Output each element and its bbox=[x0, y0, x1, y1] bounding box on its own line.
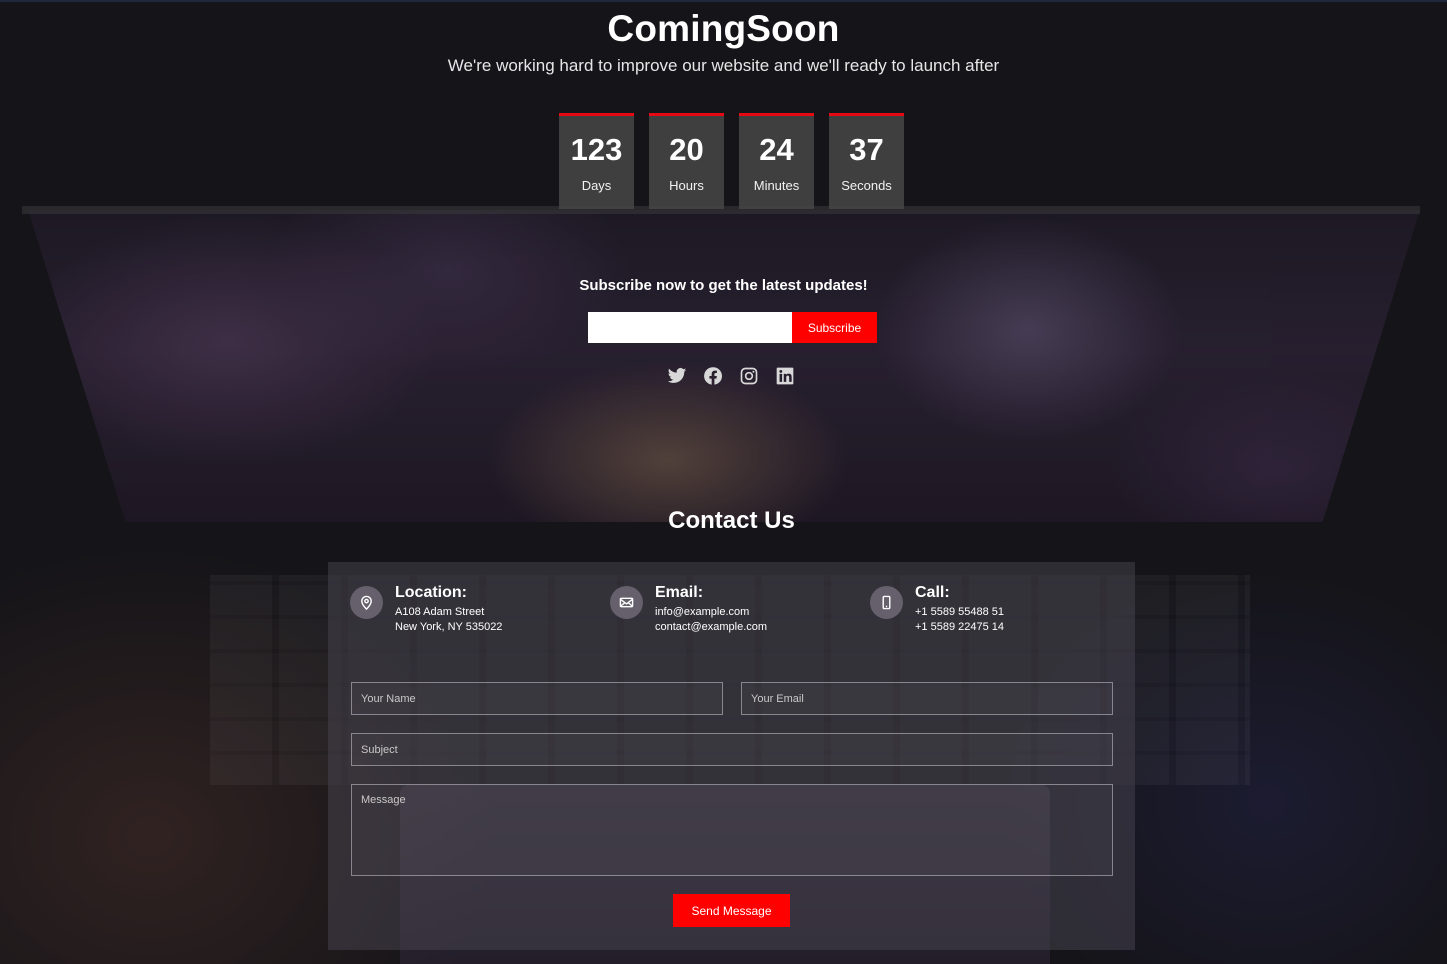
countdown-days: 123 Days bbox=[559, 113, 634, 209]
call-title: Call: bbox=[915, 584, 950, 601]
subscribe-email-input[interactable] bbox=[588, 312, 792, 343]
message-field[interactable] bbox=[351, 784, 1113, 876]
contact-title: Contact Us bbox=[668, 507, 795, 534]
linkedin-icon[interactable] bbox=[775, 366, 795, 386]
countdown-seconds-label: Seconds bbox=[841, 178, 892, 193]
page-content: ComingSoon We're working hard to improve… bbox=[0, 0, 1447, 964]
contact-panel: Location: A108 Adam Street New York, NY … bbox=[328, 562, 1135, 950]
countdown-days-label: Days bbox=[581, 178, 612, 193]
social-links bbox=[667, 366, 795, 386]
name-field[interactable] bbox=[351, 682, 723, 715]
map-pin-icon bbox=[350, 586, 383, 619]
phone-icon bbox=[870, 586, 903, 619]
countdown-seconds-value: 37 bbox=[849, 132, 884, 167]
page-subtitle: We're working hard to improve our websit… bbox=[447, 56, 1000, 75]
subject-field[interactable] bbox=[351, 733, 1113, 766]
location-title: Location: bbox=[395, 584, 467, 601]
email-info: Email: info@example.com contact@example.… bbox=[610, 584, 767, 635]
call-line-1: +1 5589 55488 51 bbox=[915, 606, 1005, 618]
email-title: Email: bbox=[655, 584, 704, 601]
envelope-icon bbox=[610, 586, 643, 619]
location-line-1: A108 Adam Street bbox=[395, 606, 485, 618]
subscribe-form: Subscribe bbox=[588, 312, 877, 343]
email-field[interactable] bbox=[741, 682, 1113, 715]
countdown-hours: 20 Hours bbox=[649, 113, 724, 209]
facebook-icon[interactable] bbox=[703, 366, 723, 386]
countdown-days-value: 123 bbox=[570, 132, 623, 167]
twitter-icon[interactable] bbox=[667, 366, 687, 386]
countdown-seconds: 37 Seconds bbox=[829, 113, 904, 209]
countdown-minutes-label: Minutes bbox=[753, 178, 800, 193]
countdown-minutes-value: 24 bbox=[759, 132, 794, 167]
countdown-hours-value: 20 bbox=[669, 132, 704, 167]
send-message-button[interactable]: Send Message bbox=[673, 894, 790, 927]
page-title: ComingSoon bbox=[607, 8, 840, 49]
countdown-minutes: 24 Minutes bbox=[739, 113, 814, 209]
location-line-2: New York, NY 535022 bbox=[395, 621, 503, 633]
call-line-2: +1 5589 22475 14 bbox=[915, 621, 1005, 633]
countdown-hours-label: Hours bbox=[669, 178, 704, 193]
email-line-1: info@example.com bbox=[655, 606, 750, 618]
call-info: Call: +1 5589 55488 51 +1 5589 22475 14 bbox=[870, 584, 1004, 635]
subscribe-button[interactable]: Subscribe bbox=[792, 312, 877, 343]
countdown-timer: 123 Days 20 Hours 24 Minutes 37 Seconds bbox=[559, 113, 904, 209]
instagram-icon[interactable] bbox=[739, 366, 759, 386]
location-info: Location: A108 Adam Street New York, NY … bbox=[350, 584, 502, 635]
subscribe-heading: Subscribe now to get the latest updates! bbox=[579, 277, 868, 294]
email-line-2: contact@example.com bbox=[655, 621, 768, 633]
